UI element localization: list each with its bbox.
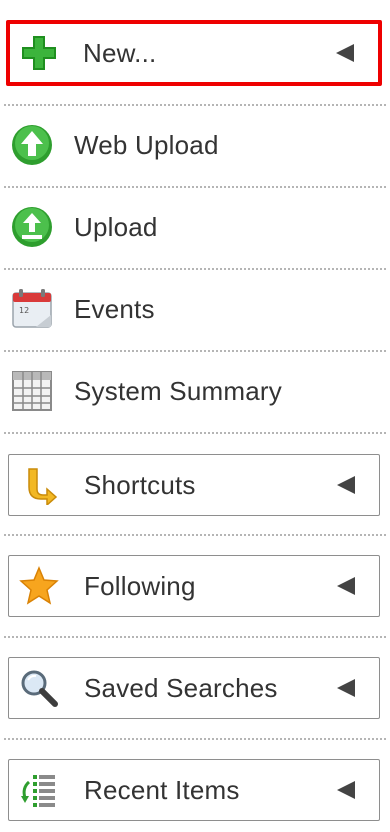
upload-arrow-icon [12,125,52,165]
svg-text:12: 12 [19,306,29,315]
navigation-menu: New... Web Upload Upload 12 Events Syste… [0,0,390,832]
new-label: New... [83,37,157,68]
separator [4,636,386,638]
recent-items-label: Recent Items [84,774,240,805]
shortcuts-dropdown[interactable]: Shortcuts [8,454,380,516]
web-upload-link[interactable]: Web Upload [0,115,390,175]
saved-searches-dropdown[interactable]: Saved Searches [8,657,380,719]
chevron-left-icon[interactable] [335,575,357,597]
upload-label: Upload [74,211,158,242]
plus-icon [22,36,56,70]
recent-items-dropdown[interactable]: Recent Items [8,759,380,821]
shortcut-arrow-icon [28,468,58,505]
chevron-left-icon[interactable] [335,779,357,801]
separator [4,432,386,434]
following-label: Following [84,570,196,601]
magnifier-icon [21,670,58,707]
new-dropdown[interactable]: New... [6,20,382,86]
separator [4,186,386,188]
following-dropdown[interactable]: Following [8,555,380,617]
chevron-left-icon[interactable] [335,677,357,699]
events-label: Events [74,293,155,324]
separator [4,104,386,106]
saved-searches-label: Saved Searches [84,672,278,703]
separator [4,534,386,536]
system-summary-link[interactable]: System Summary [0,361,390,421]
separator [4,738,386,740]
star-icon [19,566,59,605]
upload-icon [12,207,52,247]
events-link[interactable]: 12 Events [0,279,390,339]
chevron-left-icon[interactable] [335,474,357,496]
calendar-icon: 12 [12,289,52,328]
separator [4,268,386,270]
chevron-left-icon[interactable] [334,42,356,64]
web-upload-label: Web Upload [74,129,219,160]
grid-table-icon [12,371,52,411]
shortcuts-label: Shortcuts [84,469,196,500]
system-summary-label: System Summary [74,375,282,406]
separator [4,350,386,352]
recent-list-icon [21,775,55,807]
upload-link[interactable]: Upload [0,197,390,257]
